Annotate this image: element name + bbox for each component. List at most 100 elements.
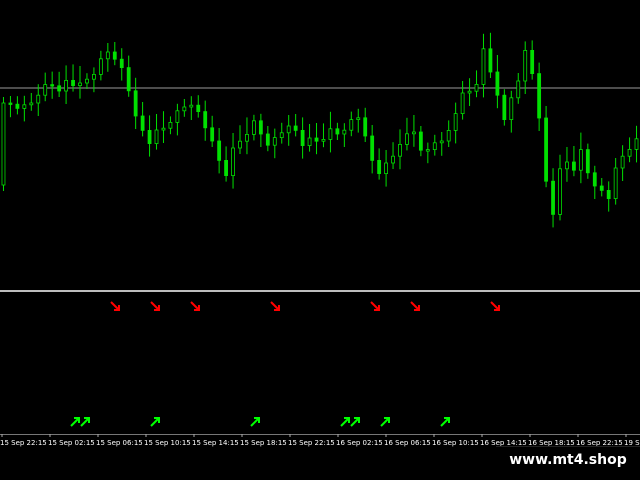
candle-body: [634, 138, 639, 150]
tick-label: 15 Sep 18:15: [240, 439, 287, 447]
candle-body: [460, 92, 465, 115]
candle-body: [252, 120, 256, 135]
candle-body: [286, 125, 291, 134]
candle-body: [432, 142, 437, 151]
candle-body: [98, 58, 103, 75]
candle-body: [516, 80, 521, 99]
candle-body: [224, 159, 228, 176]
candle-body: [481, 48, 486, 85]
candle-body: [620, 155, 625, 169]
candle-body: [175, 110, 180, 123]
candle-body: [154, 129, 159, 144]
candle-body: [349, 119, 354, 131]
candle-body: [627, 148, 632, 157]
candle-body: [126, 67, 131, 92]
candle-body: [488, 48, 493, 73]
candle-body: [161, 127, 166, 131]
candle-body: [293, 125, 298, 131]
candle-body: [119, 58, 124, 69]
tick-label: 15 Sep 22:15: [0, 439, 47, 447]
candle-body: [189, 104, 194, 108]
candle-body: [258, 120, 263, 135]
candle-body: [530, 50, 535, 75]
candle-body: [537, 73, 542, 119]
candle-body: [112, 51, 117, 60]
candle-body: [147, 129, 152, 144]
candle-body: [300, 129, 305, 146]
candle-body: [599, 185, 604, 191]
candle-body: [328, 128, 333, 140]
candle-body: [558, 168, 562, 215]
tick-label: 15 Sep 10:15: [144, 439, 191, 447]
candle-body: [71, 80, 75, 87]
candle-body: [43, 84, 48, 96]
candle-body: [272, 137, 277, 146]
candle-body: [495, 71, 500, 96]
candle-body: [307, 137, 312, 146]
candle-body: [231, 147, 235, 177]
candle-body: [29, 102, 34, 106]
candle-body: [238, 140, 242, 149]
indicator-panel[interactable]: [0, 294, 640, 434]
candle-body: [474, 84, 479, 92]
candle-body: [502, 94, 507, 120]
candle-body: [370, 135, 375, 161]
candle-body: [140, 115, 145, 131]
candle-body: [342, 129, 347, 135]
candle-body: [64, 80, 68, 92]
tick-label: 15 Sep 14:15: [192, 439, 239, 447]
price-chart-svg: [0, 0, 640, 292]
candle-body: [572, 161, 576, 171]
tick-label: 15 Sep 02:15: [48, 439, 95, 447]
candle-body: [453, 113, 458, 131]
candle-body: [217, 140, 222, 161]
price-panel[interactable]: [0, 0, 640, 292]
candle-body: [391, 155, 395, 164]
candle-body: [509, 97, 514, 121]
candle-body: [22, 104, 27, 109]
candle-body: [8, 102, 13, 105]
candle-body: [585, 149, 590, 174]
candle-body: [133, 90, 138, 117]
trading-chart[interactable]: 15 Sep 22:15 15 Sep 02:15 15 Sep 06:15 15 S…: [0, 0, 640, 480]
candle-body: [245, 133, 249, 142]
indicator-chart-svg: [0, 294, 640, 434]
candle-body: [578, 149, 583, 171]
indicator-bg: [0, 294, 640, 434]
price-bg: [0, 0, 640, 292]
candle-body: [418, 131, 423, 151]
tick-label: 15 Sep 06:15: [96, 439, 143, 447]
tick-label: 16 Sep 10:15: [432, 439, 479, 447]
candle-body: [377, 159, 382, 174]
candle-body: [544, 117, 548, 182]
candle-body: [606, 189, 611, 199]
candle-body: [1, 102, 6, 186]
candle-body: [279, 132, 284, 139]
candle-body: [439, 140, 444, 144]
candle-body: [467, 90, 472, 94]
tick-label: 16 Sep 06:15: [384, 439, 431, 447]
candle-body: [592, 172, 597, 187]
candle-body: [85, 78, 89, 84]
candle-body: [210, 127, 215, 142]
candle-body: [446, 129, 451, 142]
candle-body: [363, 117, 368, 137]
candle-body: [182, 106, 187, 112]
candle-body: [36, 94, 41, 104]
watermark-text: www.mt4.shop: [496, 446, 640, 473]
candle-body: [356, 117, 361, 121]
candle-body: [565, 161, 569, 170]
candle-body: [196, 104, 201, 112]
candle-body: [425, 149, 430, 152]
candle-body: [105, 51, 110, 60]
candle-body: [613, 167, 618, 200]
candle-body: [168, 122, 173, 129]
candle-body: [321, 138, 326, 142]
candle-body: [92, 74, 96, 80]
candle-body: [335, 128, 340, 135]
candle-body: [314, 137, 319, 142]
candle-body: [50, 84, 55, 87]
tick-label: 15 Sep 22:15: [288, 439, 335, 447]
candle-body: [265, 133, 270, 146]
candle-body: [203, 111, 208, 129]
